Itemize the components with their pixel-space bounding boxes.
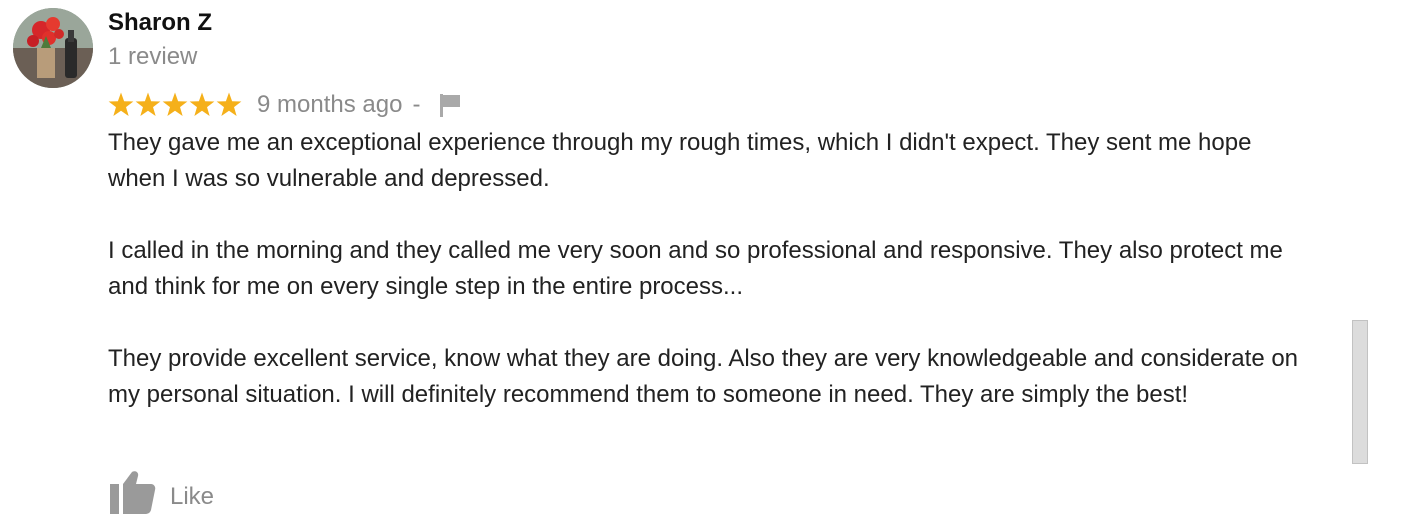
star-icon: [135, 92, 161, 117]
flag-icon[interactable]: [437, 92, 463, 118]
avatar[interactable]: [13, 8, 93, 88]
author-name[interactable]: Sharon Z: [108, 8, 212, 38]
star-icon: [162, 92, 188, 117]
scrollbar-thumb[interactable]: [1352, 320, 1368, 464]
star-rating: [108, 92, 242, 118]
thumbs-up-icon: [110, 471, 156, 514]
review-time: 9 months ago: [257, 91, 403, 118]
review-paragraph: I called in the morning and they called …: [108, 237, 1283, 300]
review-paragraph: They provide excellent service, know wha…: [108, 345, 1299, 408]
like-button[interactable]: Like: [108, 470, 214, 514]
review-paragraph: They gave me an exceptional experience t…: [108, 129, 1252, 192]
review-count: 1 review: [108, 43, 198, 70]
like-label: Like: [170, 483, 215, 510]
avatar-image: [13, 8, 93, 88]
star-icon: [216, 92, 242, 117]
meta-separator: -: [412, 91, 421, 118]
review-meta: 9 months ago -: [108, 89, 463, 121]
star-icon: [189, 92, 215, 117]
star-icon: [108, 92, 134, 117]
review-card: Sharon Z 1 review 9 months ago - They ga…: [0, 0, 1340, 530]
review-text: They gave me an exceptional experience t…: [108, 125, 1308, 413]
